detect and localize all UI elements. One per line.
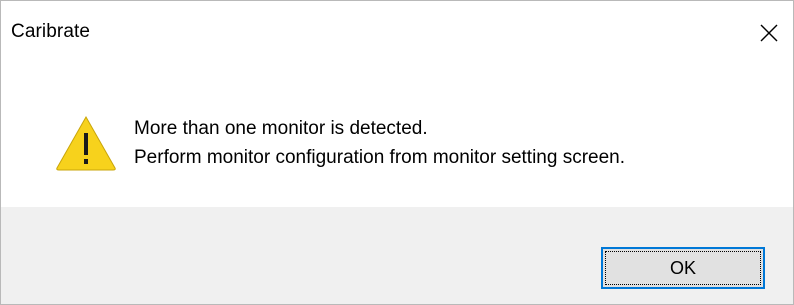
ok-button[interactable]: OK bbox=[601, 247, 765, 289]
message-line-2: Perform monitor configuration from monit… bbox=[134, 147, 626, 168]
title-bar: Caribrate bbox=[1, 1, 793, 67]
ok-button-label: OK bbox=[669, 257, 696, 278]
message-text: More than one monitor is detected. Perfo… bbox=[134, 114, 625, 172]
button-bar: OK bbox=[1, 207, 793, 304]
dialog-title: Caribrate bbox=[11, 21, 91, 42]
dialog-content: More than one monitor is detected. Perfo… bbox=[1, 67, 793, 207]
close-button[interactable] bbox=[749, 15, 789, 51]
message-line-1: More than one monitor is detected. bbox=[134, 118, 428, 139]
close-icon bbox=[760, 24, 778, 42]
warning-icon bbox=[56, 115, 116, 171]
message-dialog: Caribrate More than one monitor is detec… bbox=[0, 0, 794, 305]
